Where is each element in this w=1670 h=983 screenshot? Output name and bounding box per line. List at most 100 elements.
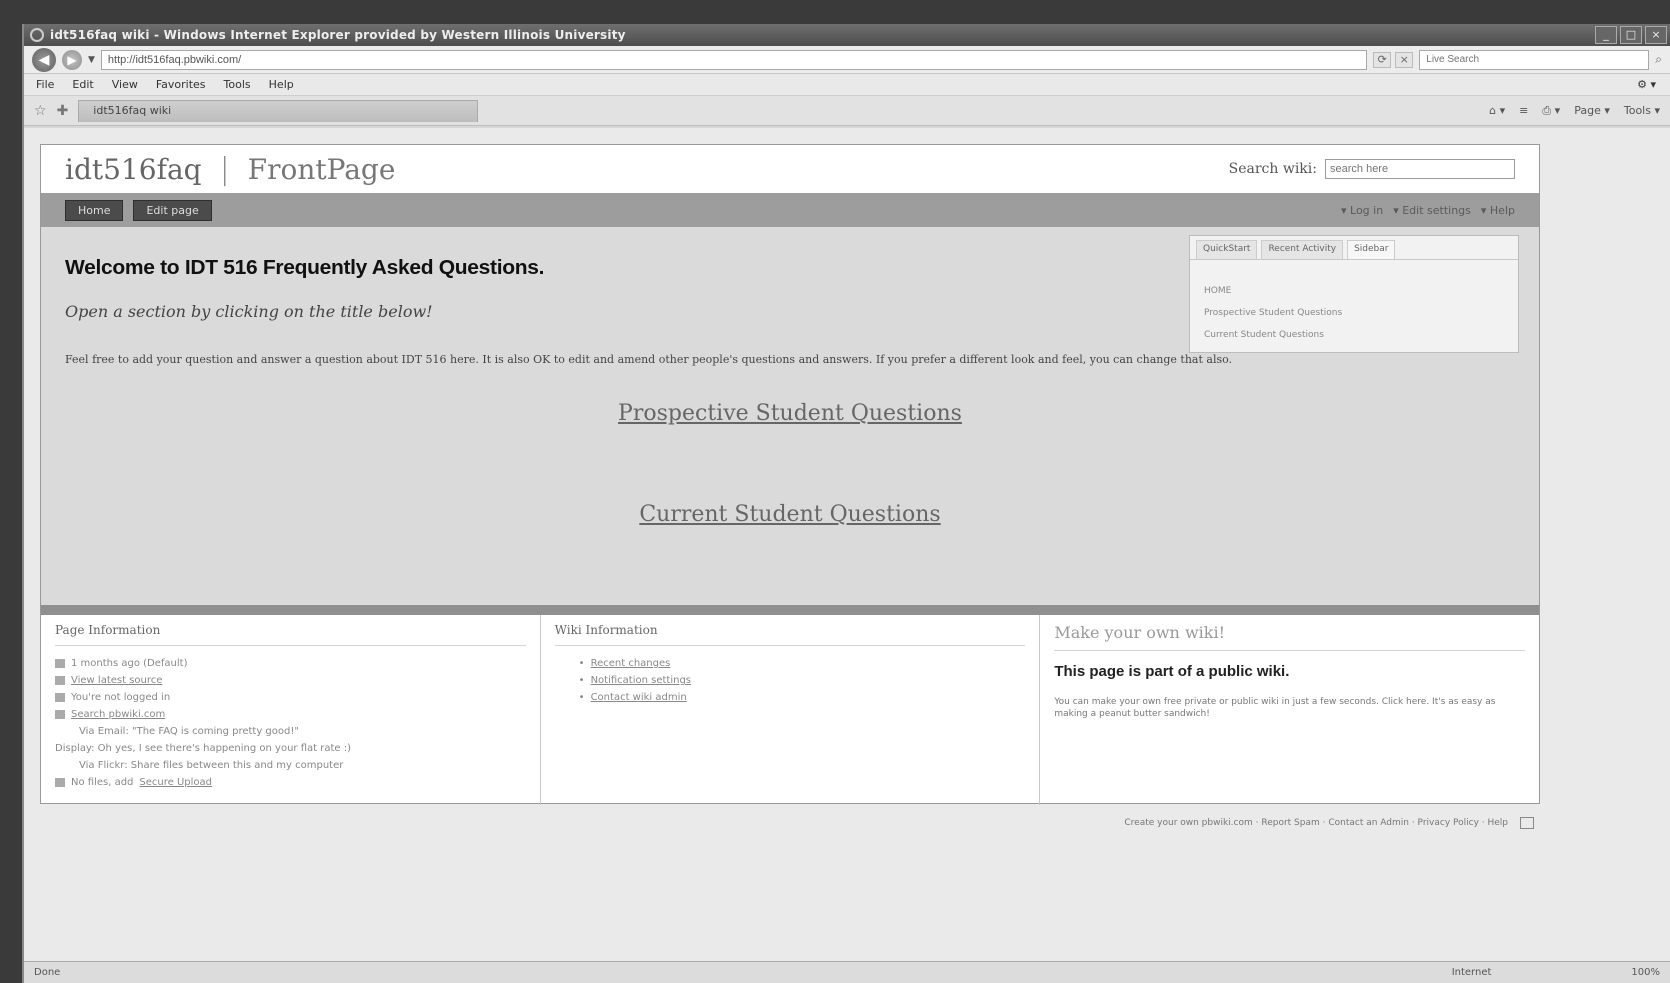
history-dropdown-icon[interactable]: ▼	[88, 55, 95, 65]
search-wiki-label: Search wiki:	[1228, 161, 1317, 177]
account-links: ▾ Log in ▾ Edit settings ▾ Help	[1341, 204, 1515, 217]
list-item: No files, add Secure Upload	[55, 777, 526, 788]
tools-menu[interactable]: Tools ▾	[1624, 104, 1660, 118]
page-title: FrontPage	[247, 152, 396, 186]
links-icon[interactable]: ⚙ ▾	[1637, 78, 1656, 91]
sidebar-box: QuickStart Recent Activity Sidebar HOME …	[1189, 235, 1519, 353]
page-menu[interactable]: Page ▾	[1574, 104, 1610, 118]
menu-view[interactable]: View	[112, 78, 138, 91]
login-link[interactable]: ▾ Log in	[1341, 204, 1383, 217]
menu-help[interactable]: Help	[269, 78, 294, 91]
sidebar-link-prospective[interactable]: Prospective Student Questions	[1204, 308, 1504, 318]
forward-button[interactable]: ▶	[62, 49, 82, 70]
page-bottom-links: Create your own pbwiki.com · Report Spam…	[40, 812, 1540, 834]
wiki-page: idt516faq | FrontPage Search wiki: Home …	[40, 144, 1540, 805]
address-tools: ⟳ ×	[1373, 51, 1414, 68]
make-wiki-panel: Make your own wiki! This page is part of…	[1040, 615, 1539, 805]
sidebar-link-home[interactable]: HOME	[1204, 286, 1504, 296]
menu-favorites[interactable]: Favorites	[156, 78, 206, 91]
page-information-panel: Page Information 1 months ago (Default) …	[41, 615, 541, 805]
list-item[interactable]: View latest source	[55, 675, 526, 686]
make-wiki-text: You can make your own free private or pu…	[1054, 697, 1496, 719]
security-zone: Internet	[1451, 967, 1492, 978]
favorites-star-icon[interactable]: ☆	[34, 103, 47, 119]
minimize-button[interactable]: _	[1595, 26, 1617, 44]
wiki-information-panel: Wiki Information • Recent changes • Notifi…	[541, 615, 1041, 805]
wiki-name[interactable]: idt516faq	[65, 153, 202, 186]
sidebar-tabs: QuickStart Recent Activity Sidebar	[1190, 236, 1518, 260]
menu-edit[interactable]: Edit	[72, 78, 93, 91]
page-viewport: idt516faq | FrontPage Search wiki: Home …	[24, 128, 1670, 961]
help-link[interactable]: ▾ Help	[1481, 204, 1515, 217]
wiki-info-heading: Wiki Information	[554, 623, 1026, 646]
url-input[interactable]	[100, 49, 1368, 70]
live-search-input[interactable]	[1419, 49, 1650, 70]
sidebar-links: HOME Prospective Student Questions Curre…	[1190, 260, 1518, 340]
status-bar: Done Internet 100%	[24, 961, 1670, 983]
list-item[interactable]: Search pbwiki.com	[55, 709, 526, 720]
wiki-header: idt516faq | FrontPage Search wiki:	[41, 145, 1539, 193]
refresh-icon[interactable]: ⟳	[1373, 51, 1392, 68]
address-bar: ◀ ▶ ▼ ⟳ × ⌕	[24, 46, 1670, 74]
edit-page-button[interactable]: Edit page	[133, 199, 212, 221]
stop-icon[interactable]: ×	[1395, 51, 1414, 68]
user-icon	[55, 693, 65, 702]
prospective-questions-link[interactable]: Prospective Student Questions	[65, 401, 1515, 426]
window-title: idt516faq wiki - Windows Internet Explor…	[50, 28, 626, 42]
back-button[interactable]: ◀	[32, 47, 56, 72]
add-favorite-icon[interactable]: ✚	[57, 103, 69, 119]
menu-file[interactable]: File	[36, 78, 54, 91]
secure-upload-link[interactable]: Secure Upload	[139, 777, 212, 788]
printer-icon[interactable]	[1520, 817, 1534, 829]
browser-tab[interactable]: idt516faq wiki	[78, 99, 479, 122]
close-button[interactable]: ×	[1645, 26, 1667, 44]
make-wiki-heading[interactable]: Make your own wiki!	[1054, 623, 1526, 651]
favorites-bar: ☆ ✚ idt516faq wiki ⌂ ▾ ≡ ⎙ ▾ Page ▾ Tool…	[24, 96, 1670, 126]
wiki-toolbar: Home Edit page ▾ Log in ▾ Edit settings …	[41, 193, 1539, 227]
maximize-button[interactable]: □	[1620, 26, 1642, 44]
title-bar: idt516faq wiki - Windows Internet Explor…	[24, 24, 1670, 46]
wiki-search-input[interactable]	[1325, 159, 1515, 179]
feeds-icon[interactable]: ≡	[1519, 104, 1528, 118]
bullet-icon: •	[578, 658, 585, 669]
file-icon	[55, 778, 65, 787]
list-item[interactable]: • Contact wiki admin	[555, 692, 1026, 703]
search-go-icon[interactable]: ⌕	[1655, 52, 1662, 67]
print-icon[interactable]: ⎙ ▾	[1542, 104, 1560, 118]
page-info-heading: Page Information	[55, 623, 526, 646]
sidebar-link-current[interactable]: Current Student Questions	[1204, 330, 1504, 340]
list-item: Display: Oh yes, I see there's happening…	[55, 743, 352, 754]
list-item: Via Email: "The FAQ is coming pretty goo…	[79, 726, 299, 737]
page-icon	[55, 659, 65, 668]
tab-recent-activity[interactable]: Recent Activity	[1261, 240, 1344, 259]
main-content: Welcome to IDT 516 Frequently Asked Ques…	[41, 227, 1539, 605]
title-separator: |	[219, 151, 230, 187]
settings-link[interactable]: ▾ Edit settings	[1393, 204, 1471, 217]
menu-tools[interactable]: Tools	[224, 78, 251, 91]
source-icon	[55, 676, 65, 685]
bottom-links-text[interactable]: Create your own pbwiki.com · Report Spam…	[1124, 818, 1508, 828]
home-icon[interactable]: ⌂ ▾	[1489, 104, 1505, 118]
page-footer-panels: Page Information 1 months ago (Default) …	[41, 615, 1539, 805]
browser-window: idt516faq wiki - Windows Internet Explor…	[22, 24, 1670, 983]
list-item: Via Flickr: Share files between this and…	[79, 760, 344, 771]
tab-sidebar[interactable]: Sidebar	[1347, 240, 1396, 259]
search-icon	[55, 710, 65, 719]
list-item[interactable]: • Notification settings	[555, 675, 1026, 686]
zoom-level[interactable]: 100%	[1631, 967, 1660, 978]
list-item[interactable]: • Recent changes	[555, 658, 1026, 669]
content-divider	[41, 605, 1539, 615]
bullet-icon: •	[578, 692, 585, 703]
bullet-icon: •	[578, 675, 585, 686]
intro-paragraph: Feel free to add your question and answe…	[65, 353, 1233, 366]
current-questions-link[interactable]: Current Student Questions	[65, 502, 1515, 527]
public-wiki-notice: This page is part of a public wiki.	[1054, 663, 1290, 680]
status-text: Done	[34, 967, 61, 978]
ie-logo-icon	[30, 28, 44, 42]
menu-bar: File Edit View Favorites Tools Help ⚙ ▾	[24, 74, 1670, 96]
home-button[interactable]: Home	[65, 199, 124, 221]
command-bar: ⌂ ▾ ≡ ⎙ ▾ Page ▾ Tools ▾	[1489, 104, 1660, 118]
list-item[interactable]: You're not logged in	[55, 692, 526, 703]
tab-quickstart[interactable]: QuickStart	[1196, 240, 1258, 259]
list-item[interactable]: 1 months ago (Default)	[55, 658, 526, 669]
